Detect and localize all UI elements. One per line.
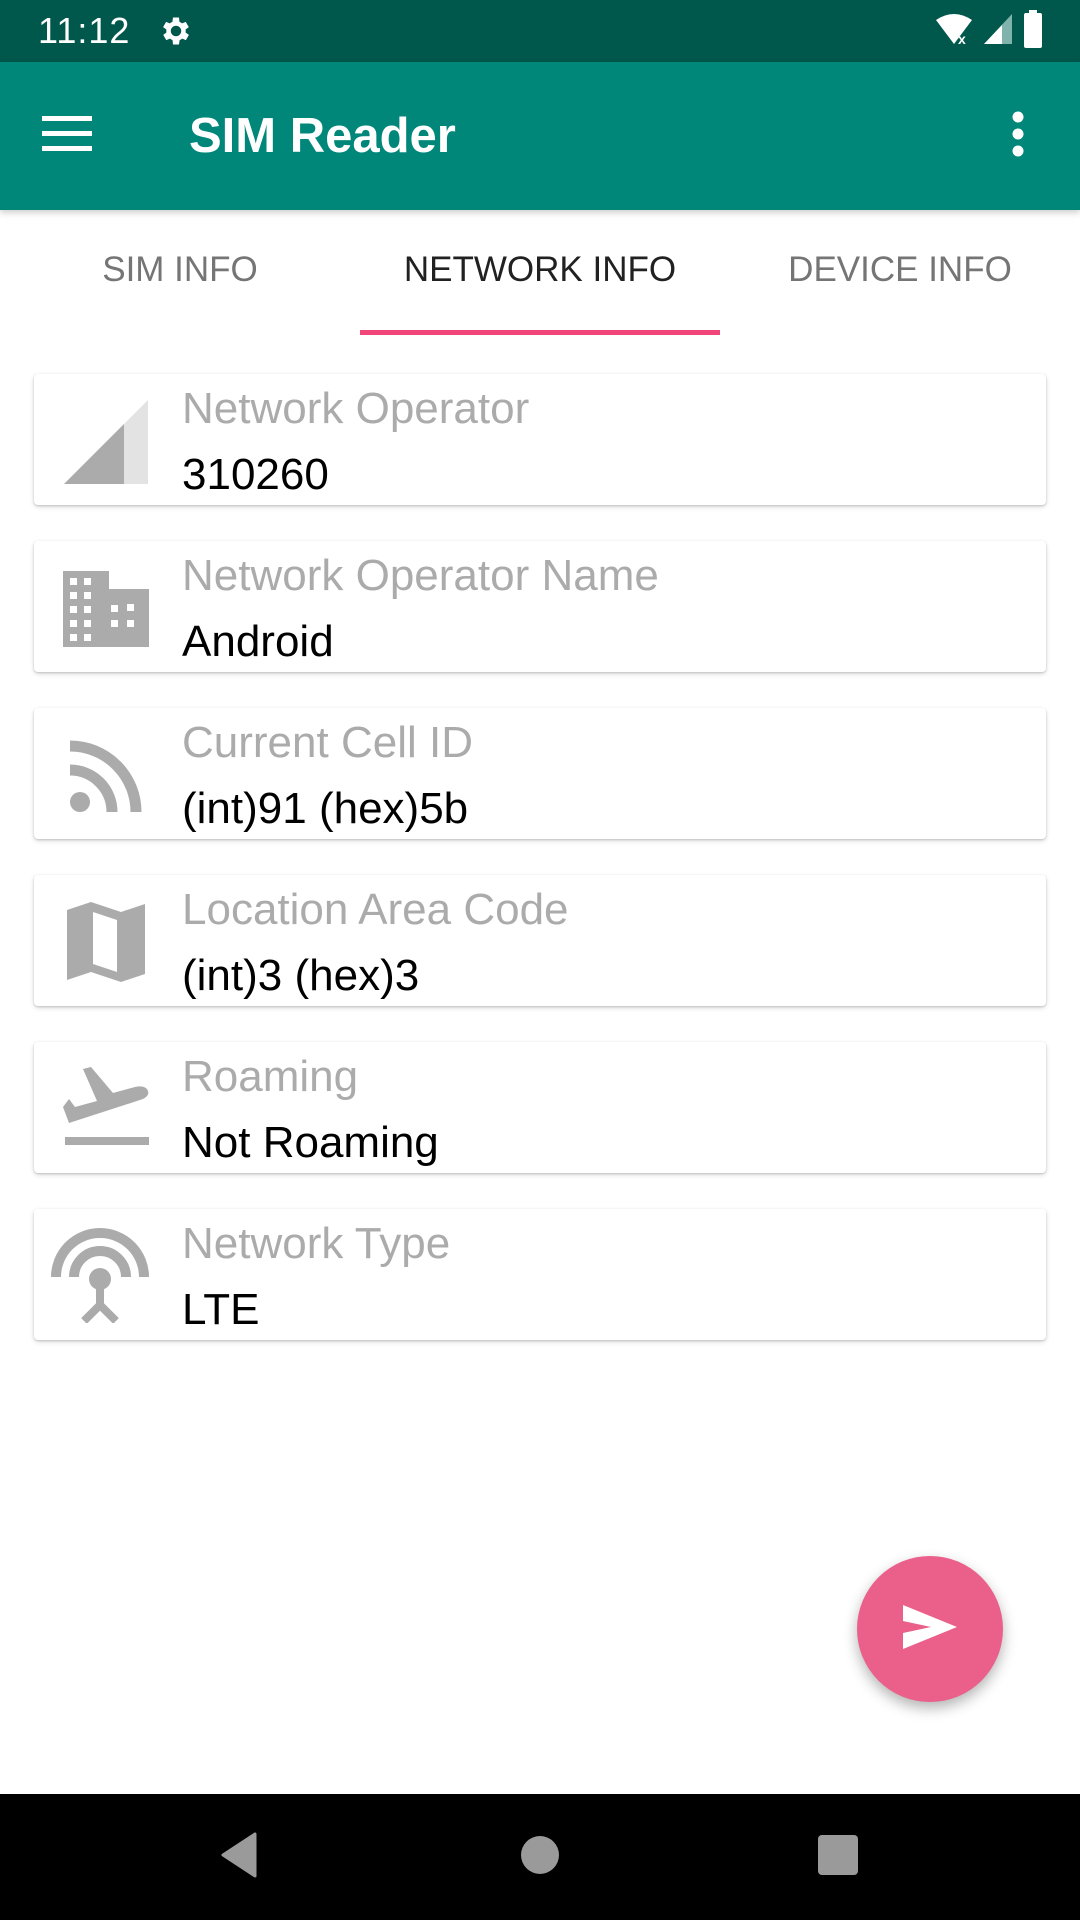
card-value: (int)3 (hex)3 [182,951,420,1000]
tab-indicator [360,330,720,335]
flight-land-icon [56,1060,156,1160]
card-label: Current Cell ID [182,718,473,767]
wifi-no-internet-icon: x [934,12,974,51]
status-time: 11:12 [38,10,131,51]
card-location-area-code: Location Area Code (int)3 (hex)3 [34,875,1046,1006]
antenna-tower-icon [48,1221,152,1325]
map-icon [56,893,156,993]
send-fab-button[interactable] [857,1556,1003,1702]
settings-gear-icon [158,13,194,49]
back-icon [219,1832,259,1883]
recents-button[interactable] [808,1827,868,1887]
recents-icon [817,1834,859,1881]
menu-icon [42,114,94,159]
card-network-operator: Network Operator 310260 [34,374,1046,505]
tab-network-info[interactable]: NETWORK INFO [360,210,720,336]
status-bar: 11:12 x [0,0,1080,62]
more-vert-icon [1011,111,1025,162]
card-value: (int)91 (hex)5b [182,784,469,833]
home-button[interactable] [510,1827,570,1887]
tab-device-info[interactable]: DEVICE INFO [720,210,1080,336]
card-value: Android [182,617,334,666]
card-roaming: Roaming Not Roaming [34,1042,1046,1173]
cell-signal-icon [982,12,1014,51]
navigation-bar [0,1794,1080,1920]
card-label: Network Type [182,1219,451,1268]
app-bar: SIM Reader [0,62,1080,210]
card-network-operator-name: Network Operator Name Android [34,541,1046,672]
card-current-cell-id: Current Cell ID (int)91 (hex)5b [34,708,1046,839]
signal-cellular-icon [56,392,156,492]
menu-button[interactable] [36,104,100,168]
card-label: Network Operator [182,384,530,433]
tab-sim-info[interactable]: SIM INFO [0,210,360,336]
more-options-button[interactable] [986,104,1050,168]
card-label: Network Operator Name [182,551,659,600]
card-label: Location Area Code [182,885,569,934]
building-icon [56,559,156,659]
battery-icon [1022,9,1044,53]
tab-bar: SIM INFO NETWORK INFO DEVICE INFO [0,210,1080,336]
back-button[interactable] [209,1827,269,1887]
card-value: Not Roaming [182,1118,439,1167]
rss-feed-icon [56,726,156,826]
send-icon [901,1603,959,1656]
card-value: LTE [182,1285,260,1334]
app-title: SIM Reader [189,109,456,163]
card-value: 310260 [182,450,329,499]
card-label: Roaming [182,1052,359,1101]
svg-text:x: x [958,31,966,46]
card-network-type: Network Type LTE [34,1209,1046,1340]
home-icon [520,1835,560,1880]
